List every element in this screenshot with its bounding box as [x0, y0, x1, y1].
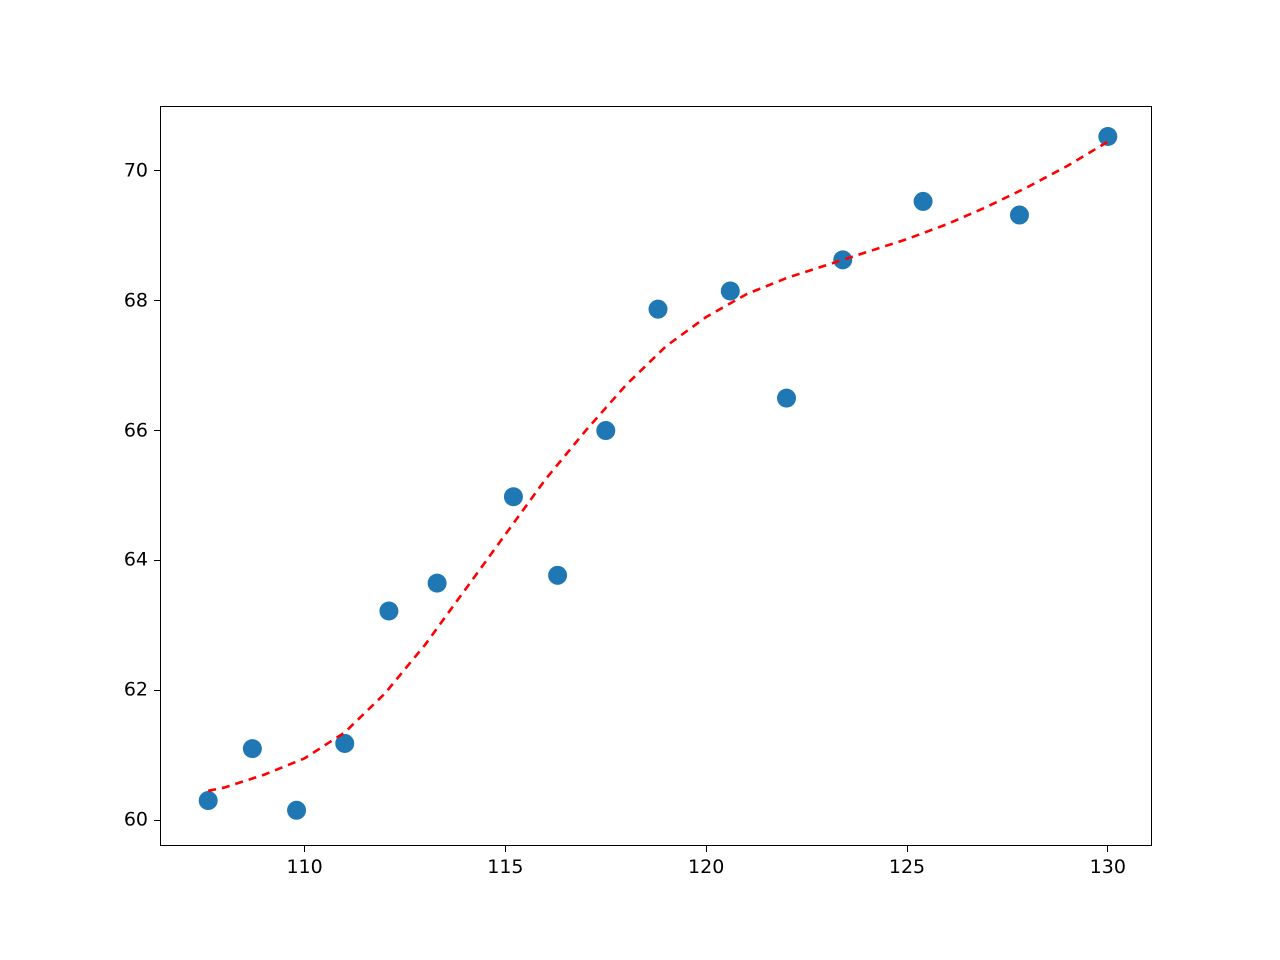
x-tick-label: 115 — [487, 858, 523, 877]
plot-svg — [0, 0, 1280, 960]
x-tick-label: 110 — [286, 858, 322, 877]
scatter-point — [1010, 206, 1029, 225]
x-tick-label: 120 — [688, 858, 724, 877]
scatter-point — [379, 602, 398, 621]
y-tick-mark — [154, 560, 160, 561]
x-tick-mark — [907, 846, 908, 852]
y-tick-mark — [154, 430, 160, 431]
scatter-point — [548, 566, 567, 585]
y-tick-label: 70 — [124, 161, 148, 180]
x-tick-mark — [706, 846, 707, 852]
scatter-point — [287, 801, 306, 820]
y-tick-mark — [154, 300, 160, 301]
figure: 110 115 120 125 130 60 62 64 66 68 70 — [0, 0, 1280, 960]
scatter-point — [777, 389, 796, 408]
y-tick-mark — [154, 690, 160, 691]
x-tick-label: 130 — [1090, 858, 1126, 877]
scatter-point — [243, 739, 262, 758]
scatter-point — [596, 421, 615, 440]
x-tick-mark — [505, 846, 506, 852]
trend-line — [208, 142, 1108, 791]
scatter-point — [504, 487, 523, 506]
y-tick-label: 62 — [124, 681, 148, 700]
x-tick-label: 125 — [889, 858, 925, 877]
y-tick-mark — [154, 820, 160, 821]
scatter-point — [428, 574, 447, 593]
scatter-point — [914, 192, 933, 211]
scatter-point — [199, 791, 218, 810]
scatter-point — [649, 300, 668, 319]
x-tick-mark — [1107, 846, 1108, 852]
y-tick-label: 68 — [124, 291, 148, 310]
x-tick-mark — [304, 846, 305, 852]
y-tick-label: 66 — [124, 421, 148, 440]
y-tick-label: 64 — [124, 551, 148, 570]
scatter-point — [833, 250, 852, 269]
y-tick-label: 60 — [124, 811, 148, 830]
y-tick-mark — [154, 170, 160, 171]
scatter-point — [721, 282, 740, 301]
